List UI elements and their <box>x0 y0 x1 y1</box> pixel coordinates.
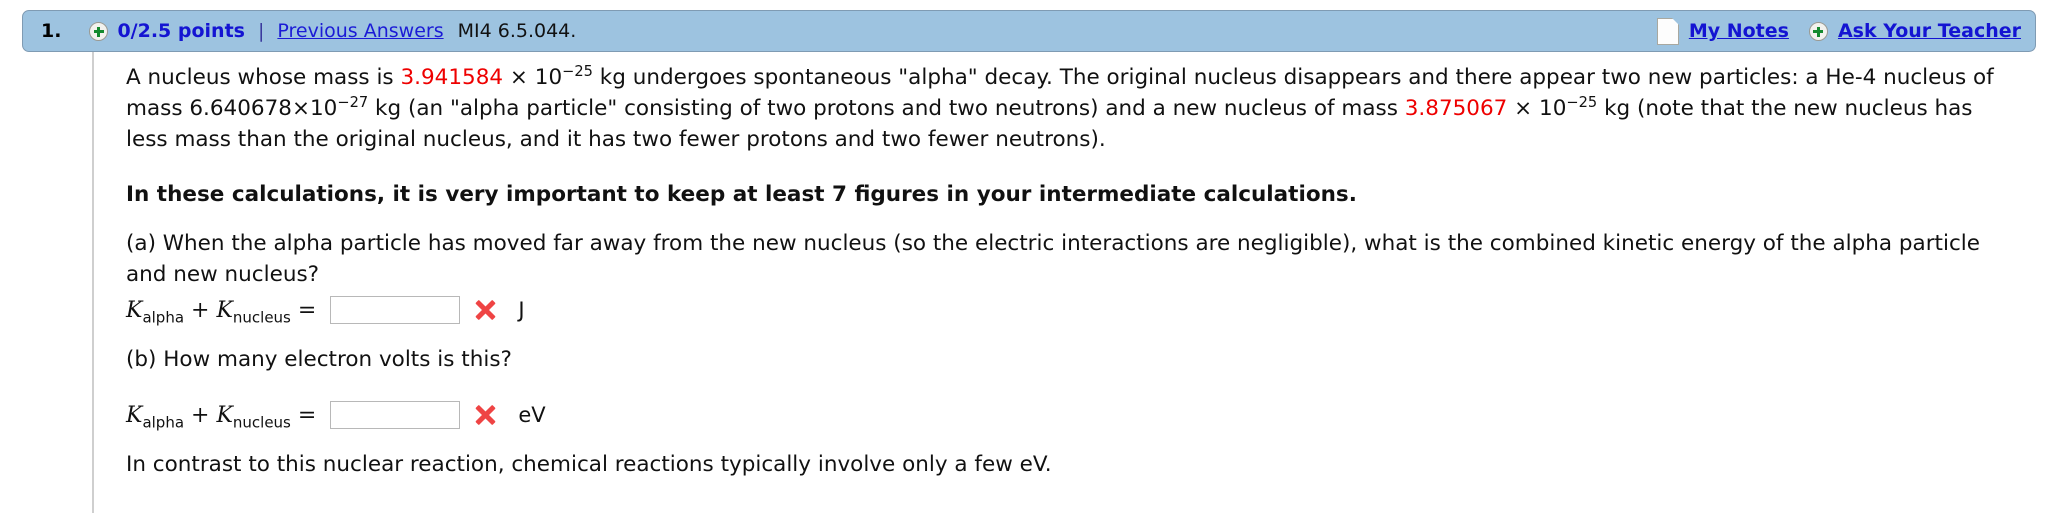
original-mass-exponent: −25 <box>562 62 593 80</box>
part-a-prompt: (a) When the alpha particle has moved fa… <box>126 231 1980 287</box>
question-content: A nucleus whose mass is 3.941584 × 10−25… <box>92 52 2022 513</box>
part-a-plus: + <box>184 297 217 323</box>
part-b-nucleus-subscript: nucleus <box>232 412 291 431</box>
part-a-answer-input[interactable] <box>330 296 461 324</box>
original-mass-value: 3.941584 <box>400 65 504 90</box>
intro-text-4: kg (an "alpha particle" consisting of tw… <box>368 96 1405 121</box>
question-header-right: My Notes Ask Your Teacher <box>1656 17 2021 45</box>
part-b-answer-input[interactable] <box>330 401 461 429</box>
part-b-alpha-subscript: alpha <box>142 412 185 431</box>
question-page: 1. 0/2.5 points | Previous Answers MI4 6… <box>0 0 2046 513</box>
points-label: 0/2.5 points <box>117 20 245 42</box>
intro-paragraph: A nucleus whose mass is 3.941584 × 10−25… <box>126 62 2006 155</box>
question-code: MI4 6.5.044. <box>457 20 577 42</box>
incorrect-x-icon <box>474 299 496 321</box>
incorrect-x-icon <box>474 404 496 426</box>
part-b-k-alpha: Kalpha <box>126 402 185 431</box>
part-a-k-nucleus: Knucleus <box>216 297 291 326</box>
question-header-left: 1. 0/2.5 points | Previous Answers MI4 6… <box>41 20 576 42</box>
plus-circle-icon[interactable] <box>89 21 109 41</box>
emphasis-note: In these calculations, it is very import… <box>126 182 1357 207</box>
new-mass-value: 3.875067 <box>1404 96 1508 121</box>
part-a-formula-label: Kalpha + Knucleus = <box>126 297 317 326</box>
closing-note: In contrast to this nuclear reaction, ch… <box>126 452 1052 477</box>
header-separator: | <box>257 20 265 42</box>
part-a-answer-row: Kalpha + Knucleus = J <box>126 296 2022 324</box>
intro-text-2: × 10 <box>503 65 563 90</box>
part-a-unit: J <box>518 298 525 322</box>
new-mass-exponent: −25 <box>1566 93 1598 111</box>
part-a-nucleus-subscript: nucleus <box>232 307 291 326</box>
alpha-mass-exponent: −27 <box>337 93 369 111</box>
part-b-equals: = <box>290 402 317 428</box>
part-b-unit: eV <box>518 403 546 427</box>
question-number: 1. <box>41 20 62 42</box>
part-a-k-alpha: Kalpha <box>126 297 185 326</box>
intro-text-5: × 10 <box>1507 96 1567 121</box>
note-page-icon[interactable] <box>1656 17 1679 45</box>
question-header-bar: 1. 0/2.5 points | Previous Answers MI4 6… <box>22 10 2036 52</box>
ask-teacher-plus-icon[interactable] <box>1808 21 1828 41</box>
part-b-plus: + <box>184 402 217 428</box>
part-b-k-nucleus: Knucleus <box>216 402 291 431</box>
previous-answers-link[interactable]: Previous Answers <box>277 20 443 42</box>
ask-your-teacher-link[interactable]: Ask Your Teacher <box>1838 20 2021 42</box>
part-a-alpha-subscript: alpha <box>142 307 185 326</box>
my-notes-link[interactable]: My Notes <box>1689 20 1789 42</box>
part-a-equals: = <box>290 297 317 323</box>
part-b-formula-label: Kalpha + Knucleus = <box>126 402 317 431</box>
part-b-prompt: (b) How many electron volts is this? <box>126 347 512 372</box>
intro-text-1: A nucleus whose mass is <box>126 65 401 90</box>
part-b-answer-row: Kalpha + Knucleus = eV <box>126 401 2022 429</box>
